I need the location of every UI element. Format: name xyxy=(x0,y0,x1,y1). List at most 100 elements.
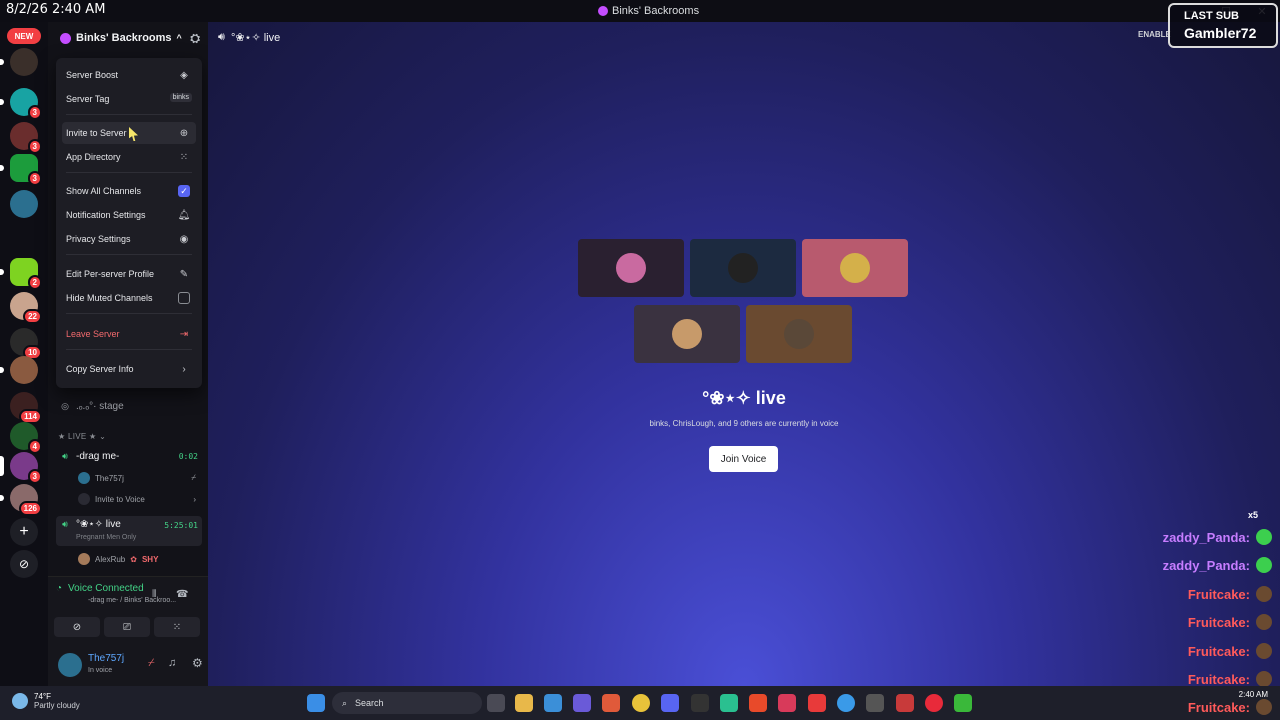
username[interactable]: The757j xyxy=(88,653,124,664)
task-view-icon[interactable] xyxy=(487,694,505,712)
store-icon[interactable] xyxy=(602,694,620,712)
chat-line: Fruitcake: xyxy=(1112,640,1272,662)
channel-live[interactable]: 🔊︎ °❀⋆✧ live 5:25:01 Pregnant Men Only xyxy=(56,516,202,546)
channel-drag-me[interactable]: 🔊︎ -drag me- 0:02 xyxy=(56,446,202,466)
menu-hide-muted-channels[interactable]: Hide Muted Channels xyxy=(62,287,196,309)
app-icon[interactable] xyxy=(896,694,914,712)
app-icon[interactable] xyxy=(544,694,562,712)
clan-tag: SHY xyxy=(141,554,159,564)
app-icon[interactable] xyxy=(808,694,826,712)
participant-tile[interactable] xyxy=(578,239,684,297)
server-icon[interactable]: 2 xyxy=(0,258,42,290)
invite-to-voice[interactable]: Invite to Voice › xyxy=(78,490,202,508)
participant-tile[interactable] xyxy=(802,239,908,297)
participant-tile[interactable] xyxy=(690,239,796,297)
mic-muted-icon[interactable]: ⌿ xyxy=(148,657,155,670)
server-icon[interactable]: 3 xyxy=(0,88,42,120)
brave-icon[interactable] xyxy=(749,694,767,712)
chat-emote-icon xyxy=(1256,614,1272,630)
disconnect-icon[interactable]: ☎ xyxy=(176,589,188,600)
chat-emote-icon xyxy=(1256,557,1272,573)
member-name: The757j xyxy=(95,473,124,483)
menu-app-directory[interactable]: App Directory ⁙ xyxy=(62,146,196,168)
chevron-right-icon: › xyxy=(182,363,186,375)
discord-icon[interactable] xyxy=(661,694,679,712)
app-icon[interactable] xyxy=(866,694,884,712)
gear-icon[interactable]: ⚙ xyxy=(192,656,203,670)
checkbox-unchecked-icon[interactable] xyxy=(178,292,190,304)
menu-privacy-settings[interactable]: Privacy Settings ◉ xyxy=(62,228,196,250)
chat-emote-icon xyxy=(1256,529,1272,545)
xbox-icon[interactable] xyxy=(954,694,972,712)
taskbar-search[interactable]: ⌕ Search xyxy=(332,692,482,714)
menu-server-boost[interactable]: Server Boost ◈ xyxy=(62,64,196,86)
menu-separator xyxy=(66,114,192,115)
checkbox-checked-icon[interactable]: ✓ xyxy=(178,185,190,197)
weather-widget[interactable]: 74°F Partly cloudy xyxy=(12,692,80,710)
overlay-enable-text: ENABLE xyxy=(1138,30,1171,39)
server-flower-icon xyxy=(60,32,71,44)
participant-tile[interactable] xyxy=(746,305,852,363)
chat-line: zaddy_Panda: xyxy=(1112,554,1272,576)
server-icon[interactable]: 114 xyxy=(10,392,42,424)
start-icon[interactable] xyxy=(307,694,325,712)
server-header[interactable]: Binks' Backrooms ^ ⛭ xyxy=(48,22,208,54)
menu-show-all-channels[interactable]: Show All Channels ✓ xyxy=(62,180,196,202)
mic-muted-icon: ⌿ xyxy=(191,473,196,482)
mention-badge: 3 xyxy=(27,105,42,120)
music-icon[interactable] xyxy=(778,694,796,712)
channel-stage[interactable]: ◎ .ₒ.ₒ°· stage xyxy=(56,396,202,416)
server-icon[interactable]: 4 xyxy=(10,422,42,454)
help-icon[interactable] xyxy=(837,694,855,712)
menu-notification-settings[interactable]: Notification Settings 🔔︎ xyxy=(62,204,196,226)
unread-pip xyxy=(0,495,4,501)
windows-taskbar: 74°F Partly cloudy ⌕ Search 2:40 AM xyxy=(0,686,1280,720)
server-icon[interactable]: 10 xyxy=(10,328,42,360)
menu-edit-profile[interactable]: Edit Per-server Profile ✎ xyxy=(62,263,196,285)
speaker-icon: 🔊︎ xyxy=(62,450,68,461)
app-icon[interactable] xyxy=(720,694,738,712)
user-avatar[interactable] xyxy=(58,653,82,677)
leave-icon: ⇥ xyxy=(179,328,189,340)
menu-server-tag[interactable]: Server Tag binks xyxy=(62,88,196,110)
discover-icon[interactable]: ⊘ xyxy=(10,550,38,578)
voice-member[interactable]: The757j ⌿ xyxy=(78,469,202,487)
menu-separator xyxy=(66,313,192,314)
teams-icon[interactable] xyxy=(573,694,591,712)
server-icon[interactable]: 3 xyxy=(0,452,42,484)
activities-icon: ⁙ xyxy=(172,621,182,633)
camera-off-button[interactable]: ⊘ xyxy=(54,617,100,637)
emote-count: x5 xyxy=(1248,510,1259,520)
participant-tile[interactable] xyxy=(634,305,740,363)
unread-pip xyxy=(0,165,4,171)
server-icon[interactable] xyxy=(10,190,38,218)
participant-avatar xyxy=(728,253,758,283)
server-icon[interactable]: 3 xyxy=(10,122,42,154)
server-icon[interactable]: 3 xyxy=(0,154,42,186)
server-icon[interactable]: 126 xyxy=(0,484,42,516)
chevron-right-icon: › xyxy=(193,494,196,504)
obs-icon[interactable] xyxy=(691,694,709,712)
menu-leave-server[interactable]: Leave Server ⇥ xyxy=(62,323,196,345)
menu-copy-server-info[interactable]: Copy Server Info › xyxy=(62,358,196,380)
voice-status[interactable]: ◔ Voice Connected xyxy=(56,583,144,594)
avatar xyxy=(78,472,90,484)
opera-icon[interactable] xyxy=(925,694,943,712)
file-explorer-icon[interactable] xyxy=(515,694,533,712)
screen-share-button[interactable]: ⎚ xyxy=(104,617,150,637)
server-icon[interactable]: 22 xyxy=(10,292,42,324)
invite-icon xyxy=(78,493,90,505)
activities-button[interactable]: ⁙ xyxy=(154,617,200,637)
new-badge[interactable]: NEW xyxy=(7,28,41,44)
join-voice-button[interactable]: Join Voice xyxy=(709,446,778,472)
chrome-icon[interactable] xyxy=(632,694,650,712)
headphones-icon[interactable]: ♫ xyxy=(168,657,176,669)
server-icon[interactable] xyxy=(0,356,38,384)
add-member-icon[interactable]: ⛭ xyxy=(190,31,200,46)
voice-member[interactable]: AlexRub ✿ SHY xyxy=(78,550,202,568)
server-icon[interactable] xyxy=(0,48,38,76)
soundboard-icon[interactable]: ⦀ xyxy=(152,589,156,600)
chat-emote-icon xyxy=(1256,643,1272,659)
category-live[interactable]: ★ LIVE ★ ⌄ xyxy=(58,432,106,441)
add-server-icon[interactable]: + xyxy=(10,518,38,546)
